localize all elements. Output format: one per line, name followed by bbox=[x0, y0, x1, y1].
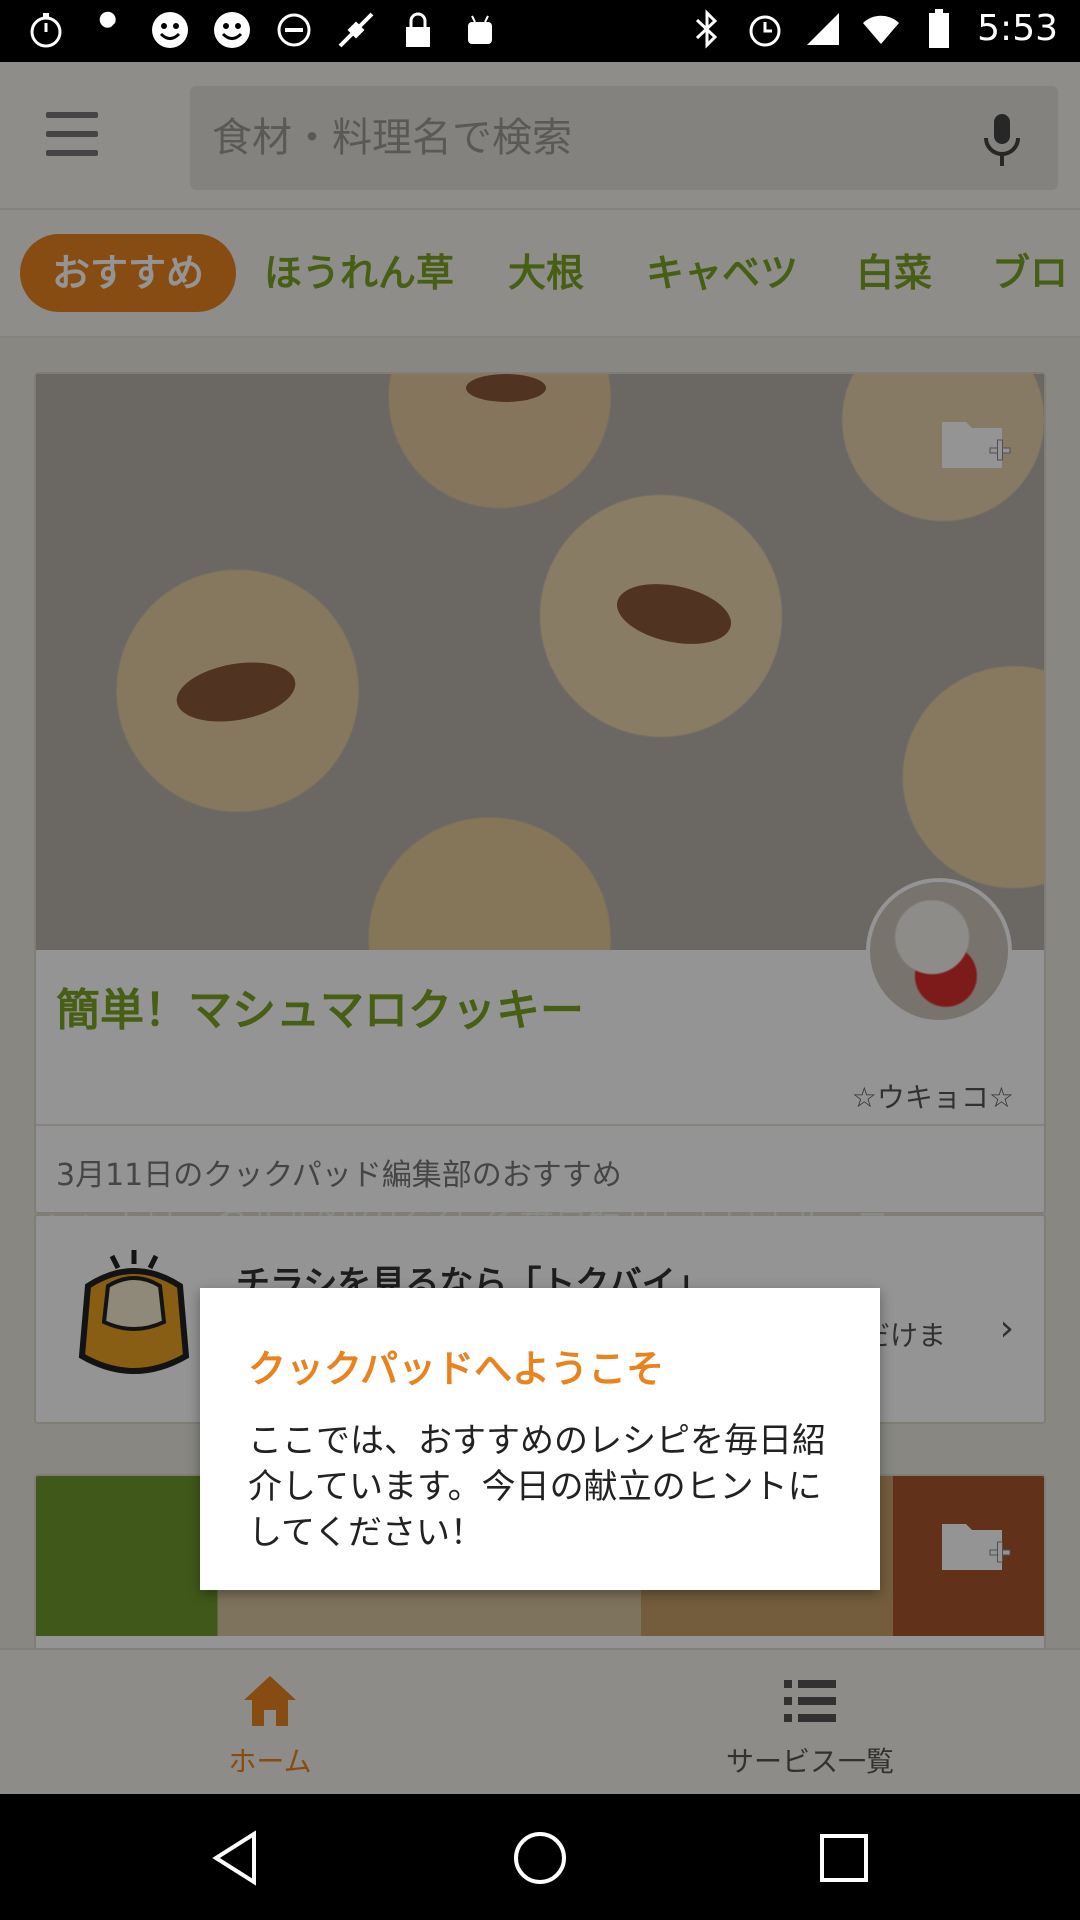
smiley-icon bbox=[212, 10, 252, 50]
alarm-icon bbox=[745, 9, 785, 49]
do-not-disturb-icon bbox=[274, 10, 314, 50]
android-icon bbox=[460, 10, 500, 50]
status-time: 5:53 bbox=[977, 8, 1058, 49]
stopwatch-icon bbox=[26, 10, 66, 50]
status-icons-right: 5:53 bbox=[687, 8, 1058, 49]
recents-icon[interactable] bbox=[816, 1830, 872, 1886]
lock-icon bbox=[398, 10, 438, 50]
back-icon[interactable] bbox=[208, 1830, 264, 1886]
status-bar: 5:53 bbox=[0, 0, 1080, 62]
smiley-icon bbox=[150, 10, 190, 50]
wrench-icon bbox=[88, 10, 128, 50]
battery-icon bbox=[919, 8, 959, 49]
signal-icon bbox=[803, 9, 843, 49]
home-circle-icon[interactable] bbox=[512, 1830, 568, 1886]
wifi-icon bbox=[861, 9, 901, 49]
welcome-dialog[interactable]: クックパッドへようこそ ここでは、おすすめのレシピを毎日紹介しています。今日の献… bbox=[200, 1288, 880, 1590]
system-navigation-bar bbox=[0, 1794, 1080, 1920]
fake-gps-icon bbox=[336, 10, 376, 50]
bluetooth-icon bbox=[687, 8, 727, 49]
status-icons-left bbox=[26, 10, 500, 50]
dialog-title: クックパッドへようこそ bbox=[248, 1347, 665, 1391]
dialog-body: ここでは、おすすめのレシピを毎日紹介しています。今日の献立のヒントにしてください… bbox=[248, 1421, 826, 1553]
